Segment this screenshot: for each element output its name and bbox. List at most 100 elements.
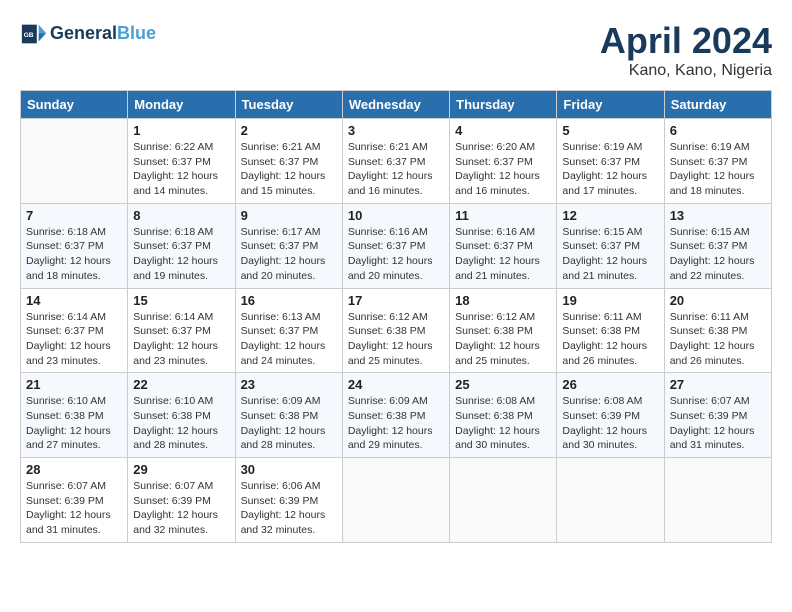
calendar-cell bbox=[557, 458, 664, 543]
day-info: Sunrise: 6:10 AMSunset: 6:38 PMDaylight:… bbox=[133, 394, 229, 453]
logo-text-general: General bbox=[50, 23, 117, 43]
calendar-cell: 9Sunrise: 6:17 AMSunset: 6:37 PMDaylight… bbox=[235, 203, 342, 288]
day-number: 22 bbox=[133, 377, 229, 392]
day-number: 10 bbox=[348, 208, 444, 223]
calendar-cell: 25 Sunrise: 6:08 AMSunset: 6:38 PMDayligh… bbox=[450, 373, 557, 458]
day-number: 3 bbox=[348, 123, 444, 138]
day-info: Sunrise: 6:21 AMSunset: 6:37 PMDaylight:… bbox=[241, 140, 337, 199]
calendar-cell bbox=[342, 458, 449, 543]
day-info: Sunrise: 6:06 AMSunset: 6:39 PMDaylight:… bbox=[241, 479, 337, 538]
day-number: 24 bbox=[348, 377, 444, 392]
calendar-cell: 16Sunrise: 6:13 AMSunset: 6:37 PMDayligh… bbox=[235, 288, 342, 373]
day-info: Sunrise: 6:14 AMSunset: 6:37 PMDaylight:… bbox=[26, 310, 122, 369]
day-info: Sunrise: 6:15 AMSunset: 6:37 PMDaylight:… bbox=[670, 225, 766, 284]
day-number: 2 bbox=[241, 123, 337, 138]
day-number: 7 bbox=[26, 208, 122, 223]
calendar-cell: 21 Sunrise: 6:10 AMSunset: 6:38 PMDayligh… bbox=[21, 373, 128, 458]
day-info: Sunrise: 6:07 AMSunset: 6:39 PMDaylight:… bbox=[133, 479, 229, 538]
day-header-tuesday: Tuesday bbox=[235, 91, 342, 119]
week-row-4: 21 Sunrise: 6:10 AMSunset: 6:38 PMDayligh… bbox=[21, 373, 772, 458]
day-number: 20 bbox=[670, 293, 766, 308]
day-number: 14 bbox=[26, 293, 122, 308]
day-info: Sunrise: 6:07 AMSunset: 6:39 PMDaylight:… bbox=[26, 479, 122, 538]
day-number: 4 bbox=[455, 123, 551, 138]
day-info: Sunrise: 6:20 AMSunset: 6:37 PMDaylight:… bbox=[455, 140, 551, 199]
day-info: Sunrise: 6:09 AMSunset: 6:38 PMDaylight:… bbox=[241, 394, 337, 453]
day-info: Sunrise: 6:18 AMSunset: 6:37 PMDaylight:… bbox=[133, 225, 229, 284]
day-number: 21 bbox=[26, 377, 122, 392]
calendar-cell: 28 Sunrise: 6:07 AMSunset: 6:39 PMDayligh… bbox=[21, 458, 128, 543]
day-number: 11 bbox=[455, 208, 551, 223]
calendar-cell: 15 Sunrise: 6:14 AMSunset: 6:37 PMDayligh… bbox=[128, 288, 235, 373]
day-info: Sunrise: 6:14 AMSunset: 6:37 PMDaylight:… bbox=[133, 310, 229, 369]
day-info: Sunrise: 6:15 AMSunset: 6:37 PMDaylight:… bbox=[562, 225, 658, 284]
calendar-cell: 17Sunrise: 6:12 AMSunset: 6:38 PMDayligh… bbox=[342, 288, 449, 373]
day-number: 26 bbox=[562, 377, 658, 392]
day-number: 13 bbox=[670, 208, 766, 223]
svg-text:GB: GB bbox=[24, 32, 34, 39]
day-number: 15 bbox=[133, 293, 229, 308]
calendar-cell: 7Sunrise: 6:18 AMSunset: 6:37 PMDaylight… bbox=[21, 203, 128, 288]
calendar-cell: 10 Sunrise: 6:16 AMSunset: 6:37 PMDayligh… bbox=[342, 203, 449, 288]
week-row-3: 14 Sunrise: 6:14 AMSunset: 6:37 PMDayligh… bbox=[21, 288, 772, 373]
week-row-2: 7 Sunrise: 6:18 AMSunset: 6:37 PMDaylight… bbox=[21, 203, 772, 288]
calendar-cell: 14 Sunrise: 6:14 AMSunset: 6:37 PMDayligh… bbox=[21, 288, 128, 373]
day-info: Sunrise: 6:19 AMSunset: 6:37 PMDaylight:… bbox=[562, 140, 658, 199]
calendar-cell: 26 Sunrise: 6:08 AMSunset: 6:39 PMDayligh… bbox=[557, 373, 664, 458]
day-info: Sunrise: 6:08 AMSunset: 6:38 PMDaylight:… bbox=[455, 394, 551, 453]
calendar-cell: 27Sunrise: 6:07 AMSunset: 6:39 PMDayligh… bbox=[664, 373, 771, 458]
day-info: Sunrise: 6:13 AMSunset: 6:37 PMDaylight:… bbox=[241, 310, 337, 369]
day-info: Sunrise: 6:12 AMSunset: 6:38 PMDaylight:… bbox=[455, 310, 551, 369]
calendar-cell: 23 Sunrise: 6:09 AMSunset: 6:38 PMDayligh… bbox=[235, 373, 342, 458]
day-info: Sunrise: 6:22 AMSunset: 6:37 PMDaylight:… bbox=[133, 140, 229, 199]
day-header-wednesday: Wednesday bbox=[342, 91, 449, 119]
calendar-cell: 22 Sunrise: 6:10 AMSunset: 6:38 PMDayligh… bbox=[128, 373, 235, 458]
calendar-cell: 18 Sunrise: 6:12 AMSunset: 6:38 PMDayligh… bbox=[450, 288, 557, 373]
calendar-cell: 3 Sunrise: 6:21 AMSunset: 6:37 PMDaylight… bbox=[342, 119, 449, 204]
day-number: 28 bbox=[26, 462, 122, 477]
calendar-cell: 29 Sunrise: 6:07 AMSunset: 6:39 PMDayligh… bbox=[128, 458, 235, 543]
day-number: 6 bbox=[670, 123, 766, 138]
calendar-table: SundayMondayTuesdayWednesdayThursdayFrid… bbox=[20, 90, 772, 543]
calendar-cell bbox=[664, 458, 771, 543]
day-info: Sunrise: 6:07 AMSunset: 6:39 PMDaylight:… bbox=[670, 394, 766, 453]
calendar-cell bbox=[21, 119, 128, 204]
day-number: 12 bbox=[562, 208, 658, 223]
day-header-saturday: Saturday bbox=[664, 91, 771, 119]
month-title: April 2024 bbox=[600, 20, 772, 62]
calendar-cell: 11 Sunrise: 6:16 AMSunset: 6:37 PMDayligh… bbox=[450, 203, 557, 288]
calendar-cell: 6Sunrise: 6:19 AMSunset: 6:37 PMDaylight… bbox=[664, 119, 771, 204]
calendar-cell: 24 Sunrise: 6:09 AMSunset: 6:38 PMDayligh… bbox=[342, 373, 449, 458]
day-number: 8 bbox=[133, 208, 229, 223]
day-info: Sunrise: 6:08 AMSunset: 6:39 PMDaylight:… bbox=[562, 394, 658, 453]
day-number: 5 bbox=[562, 123, 658, 138]
calendar-cell: 30Sunrise: 6:06 AMSunset: 6:39 PMDayligh… bbox=[235, 458, 342, 543]
day-number: 18 bbox=[455, 293, 551, 308]
day-number: 25 bbox=[455, 377, 551, 392]
day-number: 9 bbox=[241, 208, 337, 223]
day-info: Sunrise: 6:21 AMSunset: 6:37 PMDaylight:… bbox=[348, 140, 444, 199]
calendar-cell: 8 Sunrise: 6:18 AMSunset: 6:37 PMDaylight… bbox=[128, 203, 235, 288]
location: Kano, Kano, Nigeria bbox=[600, 62, 772, 80]
day-info: Sunrise: 6:16 AMSunset: 6:37 PMDaylight:… bbox=[455, 225, 551, 284]
day-info: Sunrise: 6:11 AMSunset: 6:38 PMDaylight:… bbox=[670, 310, 766, 369]
day-info: Sunrise: 6:09 AMSunset: 6:38 PMDaylight:… bbox=[348, 394, 444, 453]
day-info: Sunrise: 6:16 AMSunset: 6:37 PMDaylight:… bbox=[348, 225, 444, 284]
logo-text-blue: Blue bbox=[117, 23, 156, 43]
calendar-cell: 13 Sunrise: 6:15 AMSunset: 6:37 PMDayligh… bbox=[664, 203, 771, 288]
calendar-cell: 2 Sunrise: 6:21 AMSunset: 6:37 PMDaylight… bbox=[235, 119, 342, 204]
week-row-5: 28 Sunrise: 6:07 AMSunset: 6:39 PMDayligh… bbox=[21, 458, 772, 543]
day-info: Sunrise: 6:10 AMSunset: 6:38 PMDaylight:… bbox=[26, 394, 122, 453]
logo: GB GeneralBlue bbox=[20, 20, 156, 48]
day-info: Sunrise: 6:12 AMSunset: 6:38 PMDaylight:… bbox=[348, 310, 444, 369]
title-section: April 2024 Kano, Kano, Nigeria bbox=[600, 20, 772, 80]
day-number: 1 bbox=[133, 123, 229, 138]
logo-icon: GB bbox=[20, 20, 48, 48]
calendar-cell: 4 Sunrise: 6:20 AMSunset: 6:37 PMDaylight… bbox=[450, 119, 557, 204]
day-header-thursday: Thursday bbox=[450, 91, 557, 119]
week-row-1: 1 Sunrise: 6:22 AMSunset: 6:37 PMDaylight… bbox=[21, 119, 772, 204]
calendar-cell: 12 Sunrise: 6:15 AMSunset: 6:37 PMDayligh… bbox=[557, 203, 664, 288]
day-number: 29 bbox=[133, 462, 229, 477]
day-number: 23 bbox=[241, 377, 337, 392]
calendar-cell bbox=[450, 458, 557, 543]
